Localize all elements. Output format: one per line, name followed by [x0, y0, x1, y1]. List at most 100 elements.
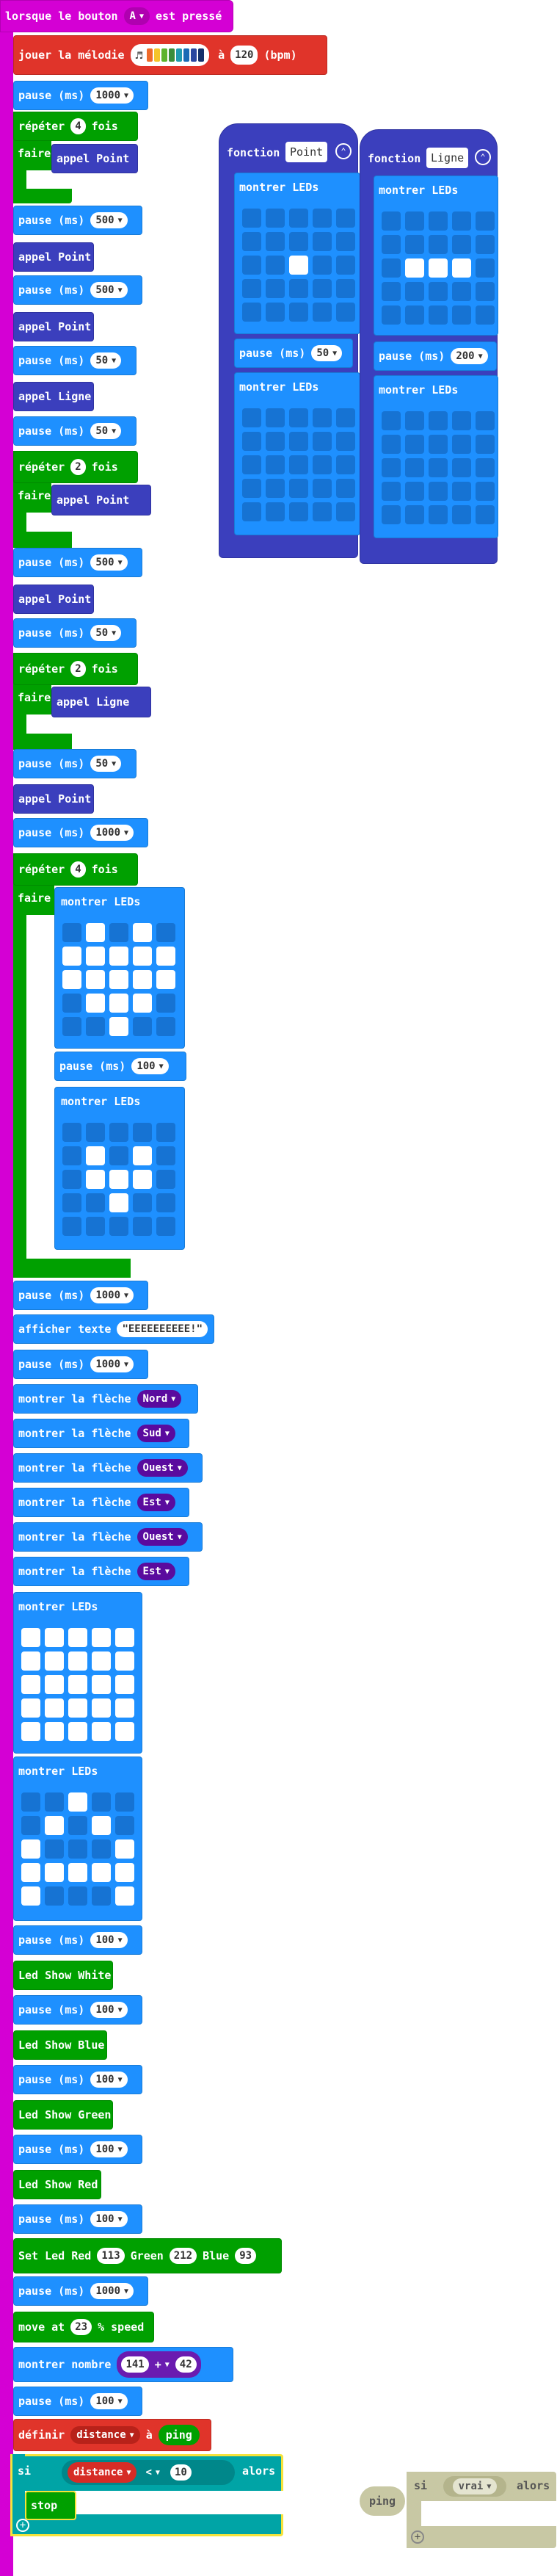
- show-leds-block[interactable]: montrer LEDs: [54, 887, 185, 1049]
- led-on[interactable]: [86, 947, 105, 966]
- led-off[interactable]: [429, 435, 448, 454]
- led-off[interactable]: [92, 1886, 111, 1906]
- speed-value[interactable]: 23: [70, 2319, 92, 2335]
- led-off[interactable]: [289, 479, 308, 498]
- show-arrow-block[interactable]: montrer la flèche Nord ▼: [13, 1384, 198, 1414]
- led-off[interactable]: [45, 1886, 64, 1906]
- led-on[interactable]: [92, 1651, 111, 1671]
- pause-dropdown[interactable]: 100 ▼: [90, 2002, 128, 2018]
- led-off[interactable]: [62, 1217, 81, 1236]
- led-on[interactable]: [115, 1886, 134, 1906]
- led-on[interactable]: [21, 1886, 40, 1906]
- led-on[interactable]: [62, 970, 81, 989]
- led-off[interactable]: [336, 502, 355, 521]
- led-on[interactable]: [68, 1628, 87, 1647]
- led-grid[interactable]: [62, 1123, 175, 1236]
- led-off[interactable]: [289, 209, 308, 228]
- pause-dropdown[interactable]: 50 ▼: [90, 756, 122, 772]
- pause-dropdown[interactable]: 50 ▼: [90, 423, 122, 439]
- led-off[interactable]: [382, 282, 401, 301]
- led-off[interactable]: [476, 282, 495, 301]
- collapse-icon[interactable]: ⌃: [475, 149, 491, 165]
- led-off[interactable]: [476, 258, 495, 278]
- led-off[interactable]: [289, 279, 308, 298]
- led-off[interactable]: [452, 211, 471, 231]
- led-on[interactable]: [115, 1651, 134, 1671]
- led-on[interactable]: [21, 1628, 40, 1647]
- led-on[interactable]: [405, 258, 424, 278]
- led-off[interactable]: [452, 435, 471, 454]
- show-leds-block[interactable]: montrer LEDs: [374, 176, 498, 336]
- repeat-block-3[interactable]: répéter 2 fois faire appel Ligne: [13, 653, 151, 750]
- led-off[interactable]: [266, 232, 285, 251]
- led-off[interactable]: [382, 505, 401, 524]
- led-off[interactable]: [289, 408, 308, 427]
- pause-block[interactable]: pause (ms) 500 ▼: [13, 275, 142, 305]
- led-on[interactable]: [109, 994, 128, 1013]
- led-on[interactable]: [109, 947, 128, 966]
- show-string-block[interactable]: afficher texte "EEEEEEEEEE!": [13, 1314, 214, 1344]
- led-off[interactable]: [156, 1017, 175, 1036]
- led-off[interactable]: [476, 305, 495, 325]
- repeat-count[interactable]: 2: [70, 661, 86, 677]
- led-off[interactable]: [242, 408, 261, 427]
- show-leds-block[interactable]: montrer LEDs: [13, 1592, 142, 1754]
- led-on[interactable]: [68, 1792, 87, 1812]
- led-on[interactable]: [92, 1863, 111, 1882]
- led-off[interactable]: [156, 1193, 175, 1212]
- pause-dropdown[interactable]: 1000 ▼: [90, 87, 134, 104]
- led-off[interactable]: [266, 432, 285, 451]
- led-off[interactable]: [313, 432, 332, 451]
- led-off[interactable]: [336, 279, 355, 298]
- led-off[interactable]: [115, 1792, 134, 1812]
- pause-dropdown[interactable]: 1000 ▼: [90, 2283, 134, 2299]
- led-off[interactable]: [429, 482, 448, 501]
- led-off[interactable]: [133, 1217, 152, 1236]
- led-off[interactable]: [313, 408, 332, 427]
- if-block[interactable]: si distance ▼ < ▼ 10 alors stop +: [10, 2454, 283, 2536]
- led-off[interactable]: [86, 1217, 105, 1236]
- call-line-block[interactable]: appel Ligne: [51, 687, 151, 717]
- show-leds-block[interactable]: montrer LEDs: [54, 1087, 185, 1250]
- on-button-pressed-block[interactable]: lorsque le bouton A ▼ est pressé: [0, 0, 233, 32]
- pause-dropdown[interactable]: 100 ▼: [90, 2393, 128, 2409]
- led-off[interactable]: [313, 209, 332, 228]
- led-on[interactable]: [21, 1698, 40, 1718]
- led-off[interactable]: [405, 482, 424, 501]
- arrow-dropdown[interactable]: Ouest ▼: [136, 1459, 188, 1477]
- red-value[interactable]: 113: [97, 2248, 125, 2264]
- led-off[interactable]: [242, 432, 261, 451]
- pause-block[interactable]: pause (ms) 100 ▼: [13, 2387, 142, 2416]
- led-on[interactable]: [45, 1628, 64, 1647]
- disabled-ping-block[interactable]: ping: [360, 2486, 405, 2516]
- show-leds-block[interactable]: montrer LEDs: [374, 375, 498, 538]
- led-off[interactable]: [62, 1123, 81, 1142]
- led-off[interactable]: [405, 282, 424, 301]
- repeat-block-4[interactable]: répéter 4 fois faire montrer LEDs pause …: [13, 853, 186, 1278]
- led-on[interactable]: [86, 1170, 105, 1189]
- led-off[interactable]: [86, 1123, 105, 1142]
- led-off[interactable]: [476, 482, 495, 501]
- led-on[interactable]: [86, 1146, 105, 1165]
- led-on[interactable]: [115, 1863, 134, 1882]
- led-off[interactable]: [266, 256, 285, 275]
- led-off[interactable]: [476, 458, 495, 477]
- led-on[interactable]: [21, 1722, 40, 1741]
- pause-dropdown[interactable]: 100 ▼: [90, 2072, 128, 2088]
- led-off[interactable]: [86, 1193, 105, 1212]
- show-arrow-block[interactable]: montrer la flèche Est ▼: [13, 1488, 189, 1517]
- led-on[interactable]: [115, 1722, 134, 1741]
- led-on[interactable]: [133, 994, 152, 1013]
- led-on[interactable]: [92, 1628, 111, 1647]
- led-off[interactable]: [336, 303, 355, 322]
- led-off[interactable]: [21, 1792, 40, 1812]
- led-off[interactable]: [336, 455, 355, 474]
- led-off[interactable]: [62, 1193, 81, 1212]
- show-arrow-block[interactable]: montrer la flèche Est ▼: [13, 1557, 189, 1586]
- led-off[interactable]: [86, 1017, 105, 1036]
- pause-dropdown[interactable]: 50 ▼: [311, 345, 343, 361]
- led-off[interactable]: [476, 211, 495, 231]
- led-off[interactable]: [429, 211, 448, 231]
- operand-b[interactable]: 42: [175, 2356, 197, 2373]
- show-arrow-block[interactable]: montrer la flèche Ouest ▼: [13, 1453, 203, 1483]
